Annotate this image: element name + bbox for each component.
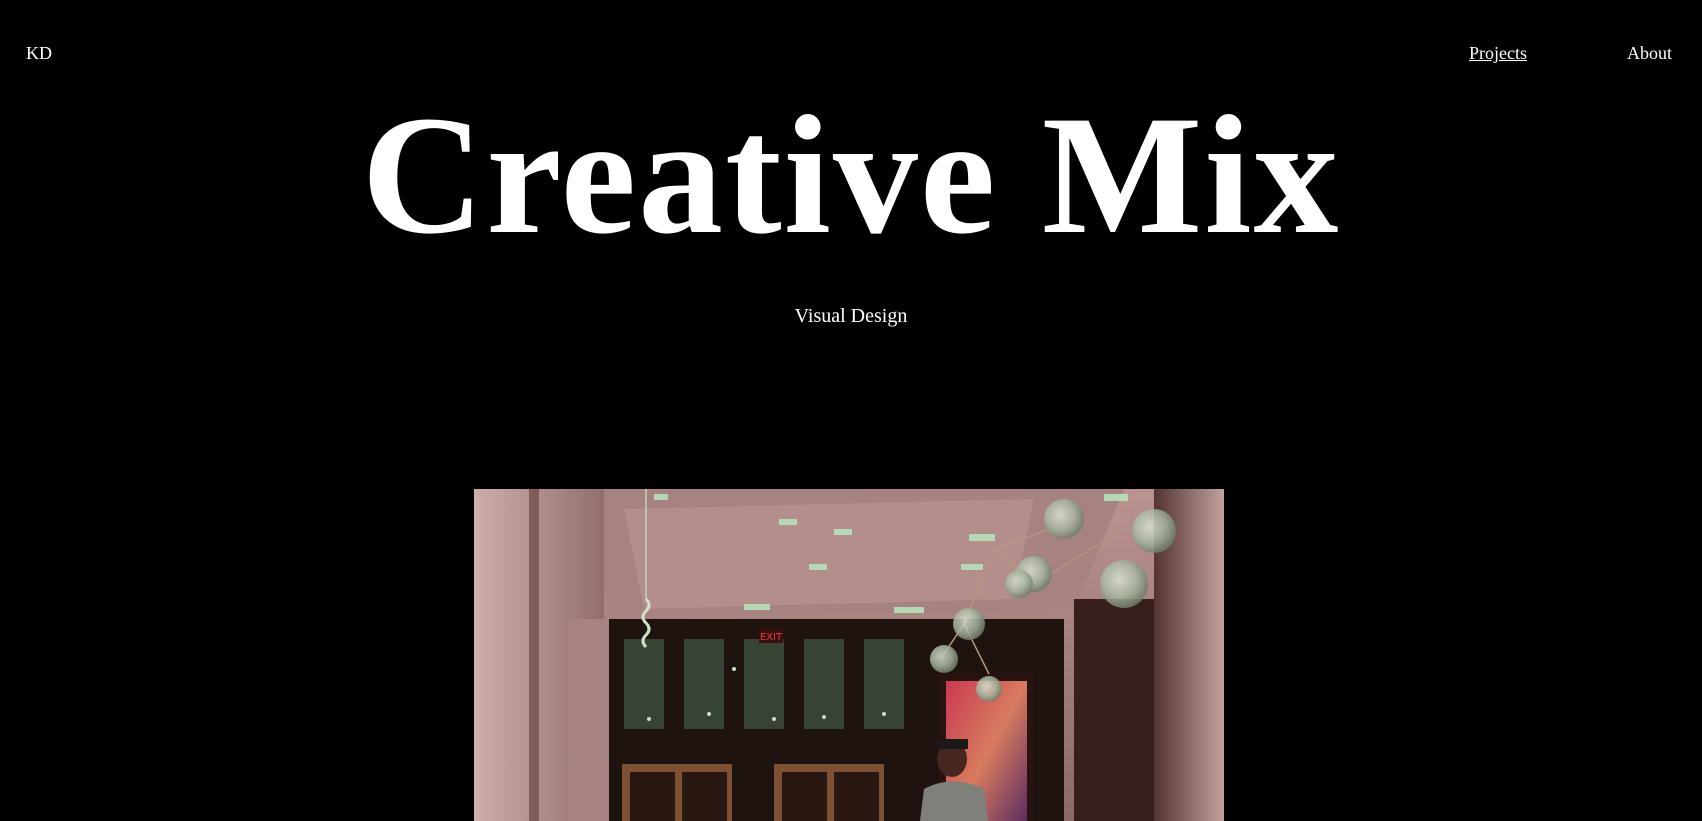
nav-about-link[interactable]: About [1627,43,1672,64]
featured-photo: EXIT [474,489,1224,821]
hero-subtitle: Visual Design [794,305,908,327]
site-logo[interactable]: KD [26,43,52,64]
main-nav: Projects About [1469,43,1672,64]
hero-title: Creative Mix [361,81,1341,269]
nav-projects-link[interactable]: Projects [1469,43,1527,64]
